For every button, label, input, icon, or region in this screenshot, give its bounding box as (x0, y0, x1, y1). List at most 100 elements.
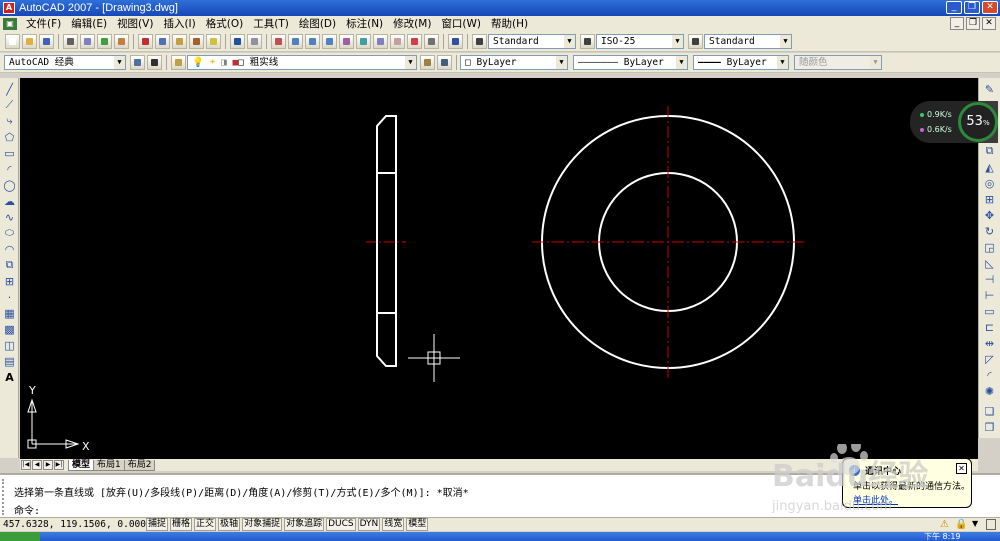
markup-icon[interactable] (407, 34, 422, 49)
mirror-icon[interactable]: ◭ (982, 160, 997, 174)
save-icon[interactable] (39, 34, 54, 49)
publish-icon[interactable] (97, 34, 112, 49)
communication-center-icon[interactable]: ⚠ (940, 519, 949, 530)
plot-preview-icon[interactable] (80, 34, 95, 49)
properties-icon[interactable] (339, 34, 354, 49)
arc-icon[interactable]: ◜ (2, 162, 17, 176)
next-tab-icon[interactable]: ▶ (43, 460, 53, 470)
menu-draw[interactable]: 绘图(D) (294, 16, 341, 32)
trim-icon[interactable]: ⊣ (982, 272, 997, 286)
tab-layout1[interactable]: 布局1 (93, 459, 125, 471)
layer-manager-icon[interactable] (171, 55, 186, 70)
construction-line-icon[interactable]: ⟋ (2, 98, 17, 112)
ellipse-icon[interactable]: ⬭ (2, 226, 17, 240)
balloon-close-button[interactable]: ✕ (956, 463, 967, 474)
zoom-realtime-icon[interactable] (288, 34, 303, 49)
spline-icon[interactable]: ∿ (2, 210, 17, 224)
tool-palettes-icon[interactable] (373, 34, 388, 49)
dyn-toggle[interactable]: DYN (357, 518, 381, 531)
command-prompt[interactable]: 命令: (14, 502, 40, 517)
3d-dwf-icon[interactable] (114, 34, 129, 49)
redo-icon[interactable] (247, 34, 262, 49)
linetype-combo[interactable]: ——————— ByLayer ▼ (573, 55, 688, 70)
multiline-text-icon[interactable]: A (2, 370, 17, 384)
paste-icon[interactable] (172, 34, 187, 49)
design-center-icon[interactable] (356, 34, 371, 49)
grid-toggle[interactable]: 栅格 (170, 518, 193, 531)
ortho-toggle[interactable]: 正交 (194, 518, 217, 531)
polyline-icon[interactable]: ⤷ (2, 114, 17, 128)
hatch-icon[interactable]: ▦ (2, 306, 17, 320)
table-style-icon[interactable] (688, 34, 703, 49)
undo-icon[interactable] (230, 34, 245, 49)
dim-style-combo[interactable]: ISO-25 ▼ (596, 34, 684, 49)
extend-icon[interactable]: ⊢ (982, 288, 997, 302)
scale-icon[interactable]: ◲ (982, 240, 997, 254)
zoom-window-icon[interactable] (305, 34, 320, 49)
table-style-combo[interactable]: Standard ▼ (704, 34, 792, 49)
layer-previous-icon[interactable] (437, 55, 452, 70)
color-combo[interactable]: □ ByLayer ▼ (460, 55, 568, 70)
offset-icon[interactable]: ◎ (982, 176, 997, 190)
region-icon[interactable]: ◫ (2, 338, 17, 352)
revision-cloud-icon[interactable]: ☁ (2, 194, 17, 208)
explode-icon[interactable]: ✺ (982, 384, 997, 398)
bring-front-icon[interactable]: ❐ (982, 420, 997, 434)
make-block-icon[interactable]: ⊞ (2, 274, 17, 288)
dim-style-icon[interactable] (580, 34, 595, 49)
block-editor-icon[interactable] (206, 34, 221, 49)
menu-window[interactable]: 窗口(W) (436, 16, 486, 32)
gradient-icon[interactable]: ▩ (2, 322, 17, 336)
calculator-icon[interactable] (424, 34, 439, 49)
ellipse-arc-icon[interactable]: ◠ (2, 242, 17, 256)
line-icon[interactable]: ╱ (2, 82, 17, 96)
copy-icon[interactable] (155, 34, 170, 49)
move-icon[interactable]: ✥ (982, 208, 997, 222)
break-at-point-icon[interactable]: ▭ (982, 304, 997, 318)
model-toggle[interactable]: 模型 (406, 518, 429, 531)
text-style-combo[interactable]: Standard ▼ (488, 34, 576, 49)
polygon-icon[interactable]: ⬠ (2, 130, 17, 144)
tab-model[interactable]: 模型 (68, 459, 95, 471)
insert-block-icon[interactable]: ⧉ (2, 258, 17, 272)
previous-tab-icon[interactable]: ◀ (32, 460, 42, 470)
menu-modify[interactable]: 修改(M) (388, 16, 436, 32)
drawing-canvas[interactable]: Y X (20, 78, 978, 459)
menu-edit[interactable]: 编辑(E) (66, 16, 112, 32)
snap-toggle[interactable]: 捕捉 (146, 518, 169, 531)
join-icon[interactable]: ⇹ (982, 336, 997, 350)
text-style-icon[interactable] (472, 34, 487, 49)
chamfer-icon[interactable]: ◸ (982, 352, 997, 366)
start-button[interactable] (0, 532, 40, 541)
make-current-layer-icon[interactable] (420, 55, 435, 70)
array-icon[interactable]: ⊞ (982, 192, 997, 206)
lineweight-toggle[interactable]: 线宽 (382, 518, 405, 531)
menu-help[interactable]: 帮助(H) (486, 16, 533, 32)
stretch-icon[interactable]: ◺ (982, 256, 997, 270)
document-icon[interactable]: ▣ (3, 18, 17, 30)
workspace-settings-icon[interactable] (130, 55, 145, 70)
break-icon[interactable]: ⊏ (982, 320, 997, 334)
close-button[interactable]: ✕ (982, 1, 998, 14)
doc-restore-button[interactable]: ❐ (966, 17, 980, 30)
doc-close-button[interactable]: ✕ (982, 17, 996, 30)
copy-object-icon[interactable]: ⧉ (982, 144, 997, 158)
workspace-save-icon[interactable] (147, 55, 162, 70)
restore-button[interactable]: ❐ (964, 1, 980, 14)
zoom-previous-icon[interactable] (322, 34, 337, 49)
lock-icon[interactable]: 🔒 (955, 519, 967, 530)
first-tab-icon[interactable]: |◀ (21, 460, 31, 470)
osnap-toggle[interactable]: 对象捕捉 (242, 518, 283, 531)
table-icon[interactable]: ▤ (2, 354, 17, 368)
workspace-combo[interactable]: AutoCAD 经典 ▼ (4, 55, 126, 70)
menu-tools[interactable]: 工具(T) (248, 16, 294, 32)
tab-layout2[interactable]: 布局2 (123, 459, 156, 471)
status-menu-icon[interactable]: ▼ (972, 519, 978, 528)
cut-icon[interactable] (138, 34, 153, 49)
last-tab-icon[interactable]: ▶| (54, 460, 64, 470)
command-grip[interactable] (2, 479, 10, 515)
erase-icon[interactable]: ✎ (982, 82, 997, 96)
menu-format[interactable]: 格式(O) (201, 16, 248, 32)
fillet-icon[interactable]: ◜ (982, 368, 997, 382)
menu-dimension[interactable]: 标注(N) (341, 16, 388, 32)
